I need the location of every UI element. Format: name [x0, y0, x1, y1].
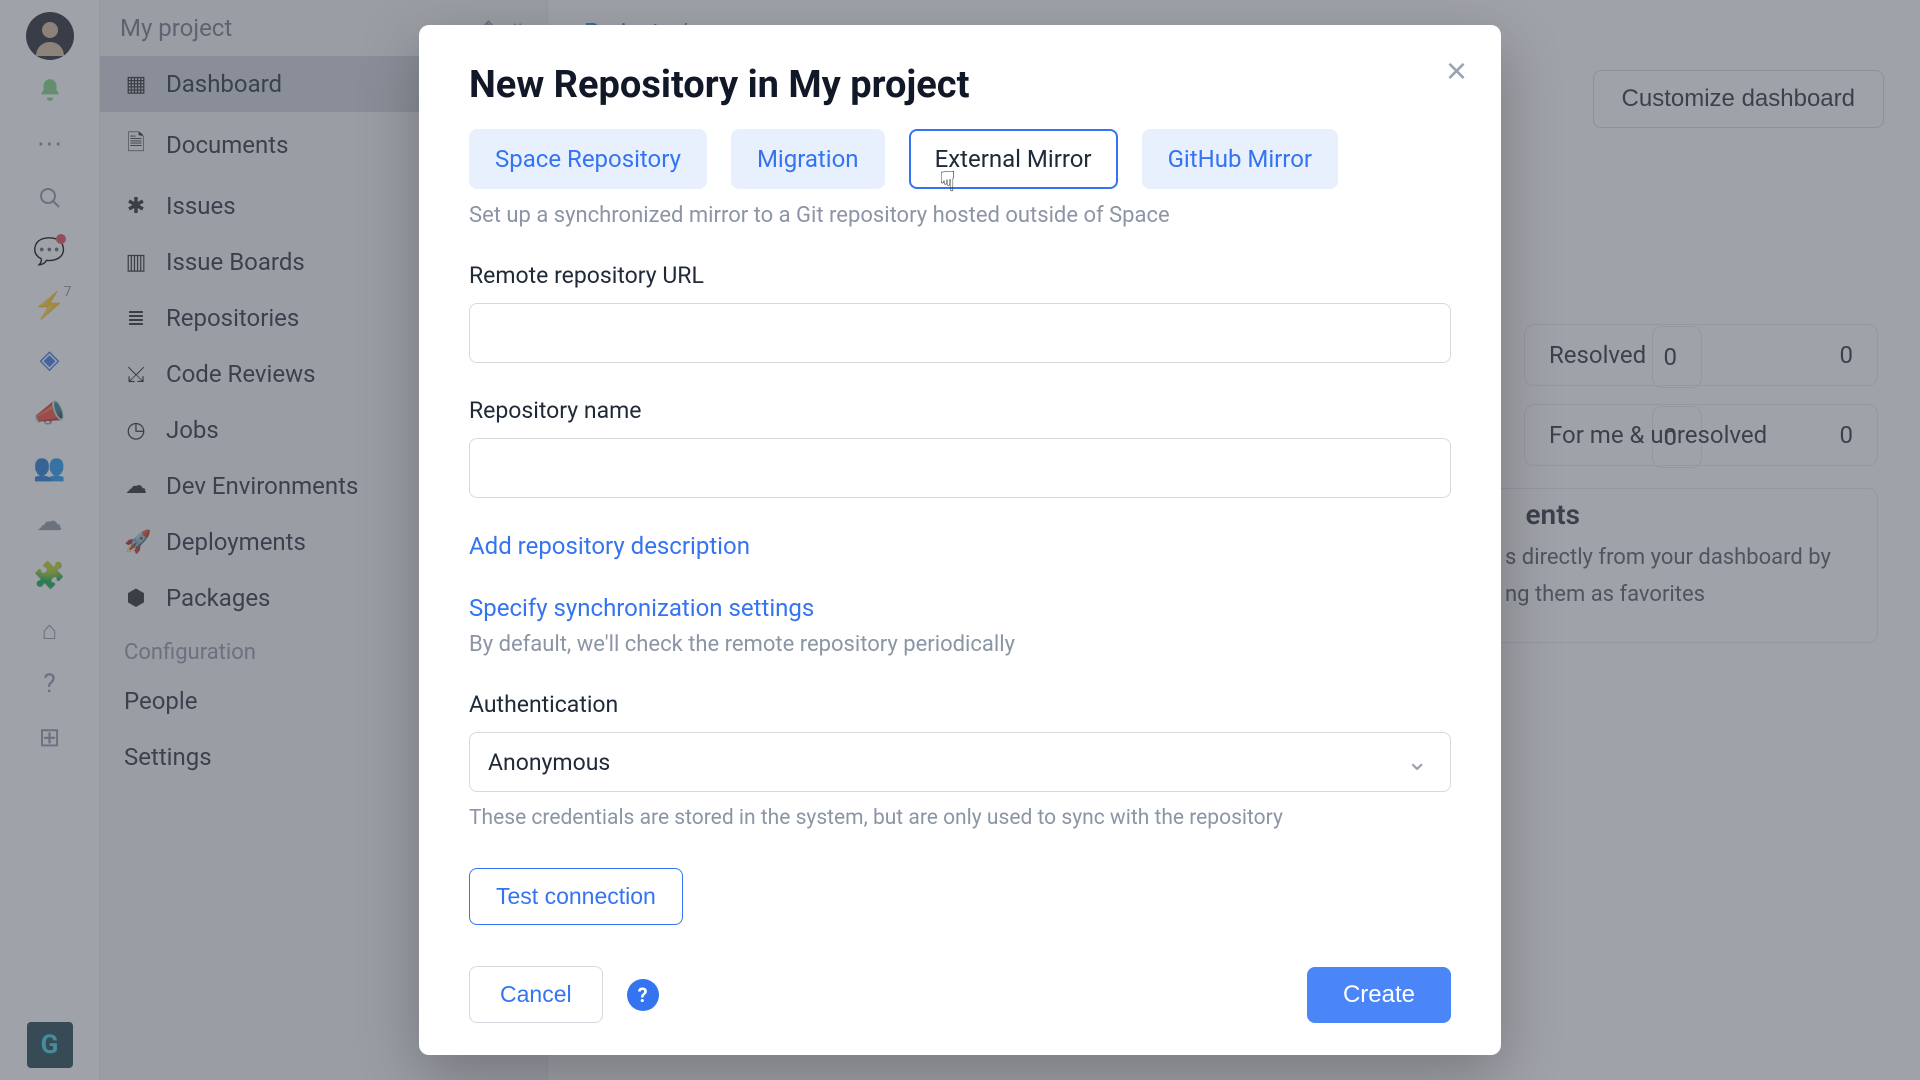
- test-connection-button[interactable]: Test connection: [469, 868, 683, 925]
- close-icon[interactable]: ×: [1446, 53, 1467, 89]
- tab-description: Set up a synchronized mirror to a Git re…: [469, 203, 1451, 228]
- add-description-link[interactable]: Add repository description: [469, 532, 1451, 560]
- modal-tabs: Space Repository Migration External Mirr…: [469, 129, 1451, 189]
- remote-url-label: Remote repository URL: [469, 262, 1451, 289]
- modal-title: New Repository in My project: [469, 63, 1451, 107]
- help-button[interactable]: ?: [627, 979, 659, 1011]
- auth-select-value: Anonymous: [488, 749, 610, 776]
- tab-external-mirror[interactable]: External Mirror: [909, 129, 1118, 189]
- modal-overlay: × New Repository in My project Space Rep…: [0, 0, 1920, 1080]
- remote-url-input[interactable]: [469, 303, 1451, 363]
- repo-name-input[interactable]: [469, 438, 1451, 498]
- new-repository-modal: × New Repository in My project Space Rep…: [419, 25, 1501, 1055]
- create-button[interactable]: Create: [1307, 967, 1451, 1023]
- tab-github-mirror[interactable]: GitHub Mirror: [1142, 129, 1338, 189]
- repo-name-label: Repository name: [469, 397, 1451, 424]
- credential-note: These credentials are stored in the syst…: [469, 806, 1451, 830]
- auth-select[interactable]: Anonymous: [469, 732, 1451, 792]
- sync-settings-desc: By default, we'll check the remote repos…: [469, 632, 1451, 657]
- modal-footer: Cancel ? Create: [469, 940, 1451, 1055]
- cancel-button[interactable]: Cancel: [469, 966, 603, 1023]
- auth-label: Authentication: [469, 691, 1451, 718]
- sync-settings-link[interactable]: Specify synchronization settings: [469, 594, 1451, 622]
- tab-space-repository[interactable]: Space Repository: [469, 129, 707, 189]
- tab-migration[interactable]: Migration: [731, 129, 885, 189]
